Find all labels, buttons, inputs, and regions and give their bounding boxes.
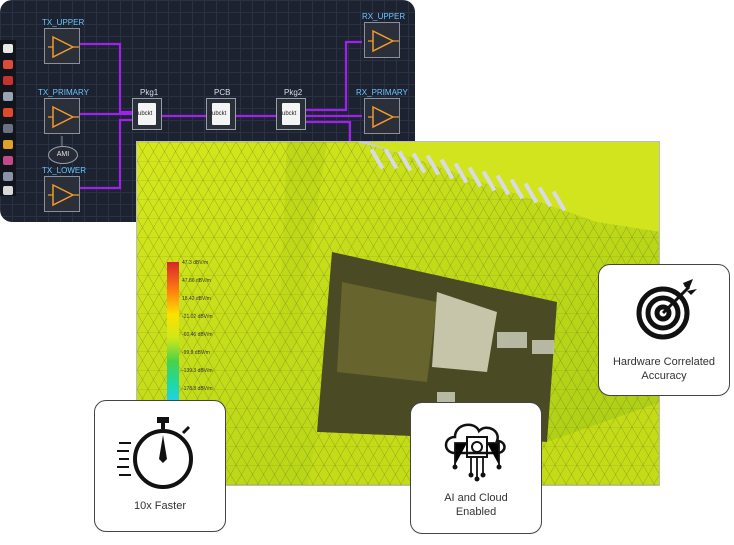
stopwatch-icon: [117, 417, 193, 489]
legend-label: 18.42 dBV/m: [182, 296, 211, 302]
pcb-label: PCB: [214, 88, 231, 97]
pkg2-block[interactable]: subckt: [276, 98, 306, 130]
legend-label: -99.9 dBV/m: [182, 350, 210, 356]
pkg1-block[interactable]: subckt: [132, 98, 162, 130]
cloud-chip-icon: [444, 423, 506, 482]
target-icon: [636, 279, 697, 340]
legend-label: -60.46 dBV/m: [182, 332, 213, 338]
legend-label: -139.3 dBV/m: [182, 368, 213, 374]
ami-node[interactable]: AMI: [48, 146, 78, 164]
tx-primary-block[interactable]: [44, 98, 80, 134]
rx-primary-label: RX_PRIMARY: [356, 88, 408, 97]
feature-text-ai-cloud: AI and Cloud Enabled: [444, 492, 508, 518]
pkg2-label: Pkg2: [284, 88, 303, 97]
tx-upper-label: TX_UPPER: [42, 18, 85, 27]
rx-upper-label: RX_UPPER: [362, 12, 406, 21]
tx-lower-block[interactable]: [44, 176, 80, 212]
tx-lower-label: TX_LOWER: [42, 166, 87, 175]
legend-label: -21.02 dBV/m: [182, 314, 213, 320]
subckt-label: subckt: [279, 111, 297, 117]
feature-text-speed: 10x Faster: [134, 500, 186, 512]
tx-upper-block[interactable]: [44, 28, 80, 64]
pkg1-label: Pkg1: [140, 88, 159, 97]
legend-label: -178.8 dBV/m: [182, 386, 213, 392]
feature-card-speed: 10x Faster: [94, 400, 226, 532]
pcb-block[interactable]: subckt: [206, 98, 236, 130]
subckt-label: subckt: [209, 111, 227, 117]
field-legend-bar: [167, 262, 179, 400]
legend-label: 47.3 dBV/m: [182, 260, 209, 266]
feature-text-accuracy: Hardware Correlated Accuracy: [612, 356, 716, 382]
feature-card-accuracy: Hardware Correlated Accuracy: [598, 264, 730, 396]
rx-upper-block[interactable]: [364, 22, 400, 58]
tx-primary-label: TX_PRIMARY: [38, 88, 89, 97]
rx-primary-block[interactable]: [364, 98, 400, 134]
feature-card-ai-cloud: AI and Cloud Enabled: [410, 402, 542, 534]
subckt-label: subckt: [135, 111, 153, 117]
legend-label: 47.86 dBV/m: [182, 278, 211, 284]
